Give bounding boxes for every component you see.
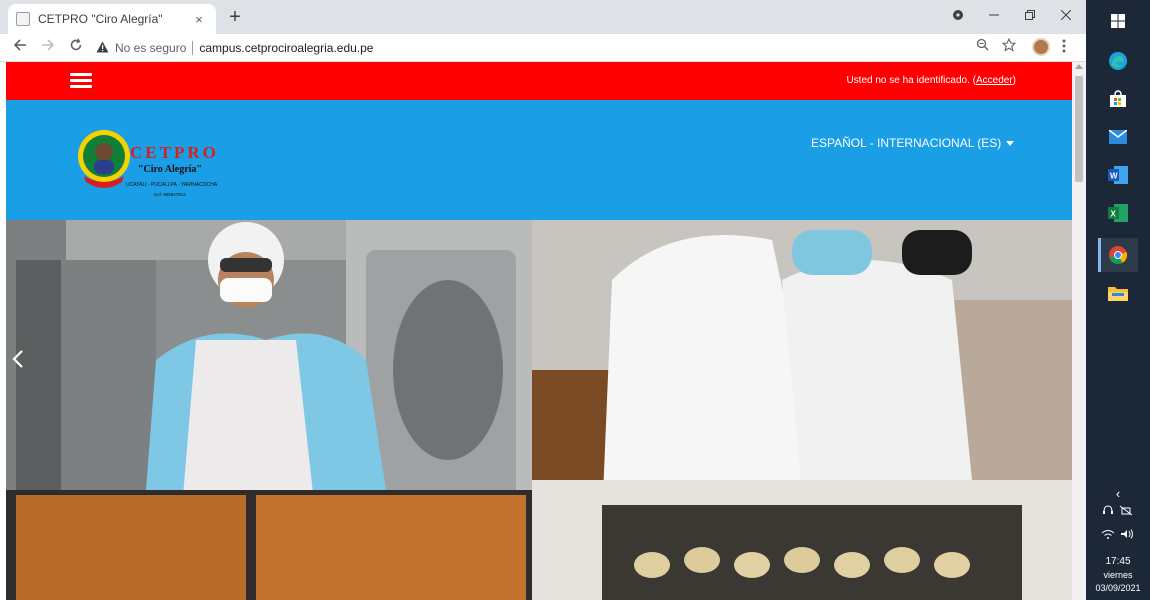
tab-strip: CETPRO "Ciro Alegría" × +	[0, 0, 1086, 34]
windows-logo-icon	[1111, 14, 1125, 28]
folder-icon	[1108, 287, 1128, 301]
warning-icon	[96, 41, 109, 56]
zoom-icon[interactable]	[976, 38, 989, 54]
login-suffix: )	[1012, 75, 1016, 86]
headset-icon	[1103, 505, 1113, 514]
excel-icon: X	[1108, 204, 1128, 222]
bookmark-star-icon[interactable]	[1001, 37, 1017, 55]
clock-date[interactable]: 03/09/2021	[1086, 583, 1150, 593]
chrome-icon	[1109, 246, 1128, 265]
clock-time[interactable]: 17:45	[1086, 556, 1150, 567]
logo-location: UCAYALI - PUCALLPA - YARINACOCHA	[126, 182, 218, 188]
back-button[interactable]	[8, 36, 32, 60]
new-tab-button[interactable]: +	[222, 4, 248, 30]
tab-title: CETPRO "Ciro Alegría"	[38, 12, 163, 26]
language-label: ESPAÑOL - INTERNACIONAL (ES)	[811, 136, 1002, 150]
taskbar-chrome[interactable]	[1098, 238, 1138, 272]
scroll-up-arrow-icon[interactable]	[1075, 64, 1083, 69]
site-header: CETPRO "Ciro Alegría" UCAYALI - PUCALLPA…	[6, 100, 1072, 220]
security-label: No es seguro	[115, 41, 187, 55]
reload-button[interactable]	[64, 36, 88, 60]
taskbar-store[interactable]	[1098, 82, 1138, 116]
svg-text:W: W	[1110, 172, 1118, 181]
carousel-prev-button[interactable]	[12, 348, 24, 376]
forward-button[interactable]	[36, 36, 60, 60]
wifi-icon	[1101, 530, 1115, 539]
start-button[interactable]	[1098, 4, 1138, 38]
media-control-icon[interactable]	[940, 0, 976, 30]
edge-icon	[1109, 52, 1127, 70]
restore-button[interactable]	[1012, 0, 1048, 30]
network-icon	[1119, 505, 1133, 516]
minimize-button[interactable]	[976, 0, 1012, 30]
logo-title: CETPRO	[130, 143, 219, 162]
store-icon	[1110, 90, 1126, 107]
word-icon: W	[1108, 166, 1128, 184]
browser-tab[interactable]: CETPRO "Ciro Alegría" ×	[8, 4, 216, 34]
scroll-thumb[interactable]	[1075, 76, 1083, 182]
close-window-button[interactable]	[1048, 0, 1084, 30]
address-separator	[192, 41, 194, 55]
page-scrollbar[interactable]	[1072, 62, 1086, 600]
volume-icon	[1121, 529, 1133, 539]
taskbar-edge[interactable]	[1098, 44, 1138, 78]
show-hidden-icons-button[interactable]: ‹	[1086, 486, 1150, 501]
browser-window: CETPRO "Ciro Alegría" × + No es seguro c…	[0, 0, 1086, 600]
web-page: Usted no se ha identificado. (Acceder) C…	[6, 62, 1072, 600]
site-topbar: Usted no se ha identificado. (Acceder)	[6, 62, 1072, 100]
logo-subtitle: "Ciro Alegría"	[138, 164, 202, 175]
svg-text:X: X	[1111, 210, 1117, 219]
browser-menu-icon[interactable]	[1062, 38, 1066, 59]
login-link[interactable]: Acceder	[976, 75, 1013, 86]
tray-icons-row-2	[1086, 528, 1150, 543]
clock-day[interactable]: viernes	[1086, 570, 1150, 580]
language-selector[interactable]: ESPAÑOL - INTERNACIONAL (ES)	[811, 136, 1015, 150]
taskbar-word[interactable]: W	[1098, 158, 1138, 192]
taskbar-file-explorer[interactable]	[1098, 276, 1138, 310]
windows-taskbar: W X ‹ 17:45 viernes 03/09/2021	[1086, 0, 1150, 600]
cetpro-logo[interactable]: CETPRO "Ciro Alegría" UCAYALI - PUCALLPA…	[76, 120, 236, 204]
browser-toolbar: No es seguro campus.cetprociroalegria.ed…	[0, 34, 1086, 62]
taskbar-mail[interactable]	[1098, 120, 1138, 154]
active-indicator	[1098, 238, 1101, 272]
caret-down-icon	[1006, 141, 1015, 147]
image-carousel	[6, 220, 1072, 600]
taskbar-excel[interactable]: X	[1098, 196, 1138, 230]
tab-close-button[interactable]: ×	[190, 12, 208, 27]
login-prefix: Usted no se ha identificado. (	[846, 75, 976, 86]
profile-avatar[interactable]	[1032, 38, 1050, 56]
favicon-icon	[16, 12, 30, 26]
screen: CETPRO "Ciro Alegría" × + No es seguro c…	[0, 0, 1150, 600]
carousel-photo-students	[532, 220, 1072, 600]
login-status: Usted no se ha identificado. (Acceder)	[846, 75, 1016, 86]
url-text: campus.cetprociroalegria.edu.pe	[199, 41, 374, 55]
tray-icons-row-1	[1086, 504, 1150, 519]
logo-phone: Cel. 965847914	[154, 192, 186, 197]
hamburger-menu-icon[interactable]	[70, 73, 92, 89]
carousel-photo-baker	[6, 220, 532, 600]
mail-icon	[1109, 130, 1127, 144]
address-bar[interactable]: No es seguro campus.cetprociroalegria.ed…	[96, 36, 1056, 60]
